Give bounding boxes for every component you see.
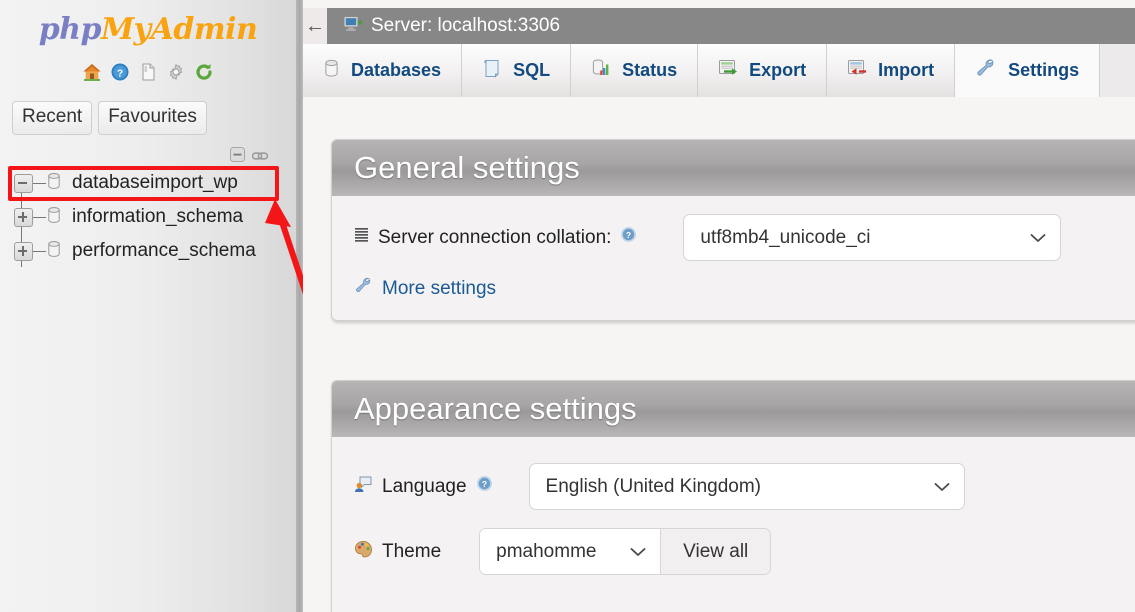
more-settings-link[interactable]: More settings	[354, 277, 1135, 300]
tab-databases[interactable]: Databases	[303, 44, 463, 97]
wrench-icon	[354, 277, 373, 300]
appearance-settings-header: Appearance settings	[332, 381, 1135, 437]
tree-branch-line	[33, 250, 46, 252]
theme-label-group: Theme	[354, 540, 441, 564]
server-bar: ← Server: localhost:3306	[303, 8, 1135, 44]
tree-branch-line	[33, 182, 46, 184]
collation-value: utf8mb4_unicode_ci	[700, 226, 871, 248]
expand-toggle-icon[interactable]	[14, 241, 33, 261]
language-select[interactable]: English (United Kingdom)	[528, 463, 965, 510]
tree-item-databaseimport-wp[interactable]: databaseimport_wp	[8, 166, 288, 200]
theme-label: Theme	[382, 540, 442, 562]
theme-control-group: pmahomme View all	[479, 528, 772, 575]
expand-toggle-icon[interactable]	[14, 207, 33, 227]
database-icon	[46, 172, 62, 195]
tab-label: Settings	[1008, 60, 1080, 80]
tab-label: Status	[622, 60, 678, 80]
favourites-tab[interactable]: Favourites	[98, 101, 207, 135]
more-settings-label: More settings	[382, 277, 497, 299]
home-icon[interactable]	[82, 62, 102, 82]
appearance-settings-panel: Appearance settings Language ? English (…	[331, 380, 1135, 612]
tab-label: Export	[749, 60, 807, 80]
tree-item-performance-schema[interactable]: performance_schema	[8, 234, 288, 268]
tree-item-label[interactable]: databaseimport_wp	[72, 172, 238, 194]
palette-icon	[354, 540, 373, 564]
collation-label-group: Server connection collation: ?	[354, 226, 637, 249]
settings-icon[interactable]	[166, 62, 186, 82]
collation-select[interactable]: utf8mb4_unicode_ci	[683, 214, 1062, 261]
documentation-icon[interactable]	[138, 62, 158, 82]
language-label: Language	[382, 475, 467, 497]
database-tree: databaseimport_wp information_schema per…	[8, 166, 288, 268]
panel-title: General settings	[354, 150, 580, 185]
database-icon	[46, 206, 62, 229]
tab-export[interactable]: Export	[698, 44, 828, 97]
language-label-group: Language ?	[354, 475, 493, 499]
tree-item-label[interactable]: information_schema	[72, 206, 243, 228]
tree-toolbar	[229, 146, 269, 168]
svg-text:?: ?	[481, 479, 486, 489]
recent-tab[interactable]: Recent	[12, 101, 93, 135]
theme-row: Theme pmahomme View all	[354, 528, 1135, 575]
sidebar-icon-bar: ?	[0, 62, 296, 82]
tree-item-information-schema[interactable]: information_schema	[8, 200, 288, 234]
database-icon	[46, 240, 62, 263]
appearance-settings-body: Language ? English (United Kingdom) Them…	[332, 437, 1135, 595]
svg-text:?: ?	[626, 230, 631, 240]
refresh-icon[interactable]	[194, 62, 214, 82]
tree-item-label[interactable]: performance_schema	[72, 240, 256, 262]
chevron-down-icon	[1030, 227, 1046, 249]
list-icon	[354, 227, 369, 249]
server-title: Server: localhost:3306	[371, 15, 561, 36]
tab-bar: Databases SQL Status Export Import Setti…	[303, 44, 1135, 97]
view-all-button[interactable]: View all	[661, 529, 771, 574]
link-with-main-panel-icon[interactable]	[251, 148, 269, 166]
main-panel: ← Server: localhost:3306 Databases SQL S…	[303, 0, 1135, 612]
tree-branch-line	[33, 216, 46, 218]
logo-myadmin-text: MyAdmin	[100, 12, 258, 47]
chevron-down-icon	[934, 476, 950, 498]
collation-row: Server connection collation: ? utf8mb4_u…	[354, 214, 1135, 261]
navigation-sidebar: phpMyAdmin ? Recent Favourites databasei…	[0, 0, 296, 612]
back-button[interactable]: ←	[303, 8, 327, 44]
sidebar-divider	[296, 0, 303, 612]
general-settings-header: General settings	[332, 140, 1135, 196]
tab-label: Import	[878, 60, 935, 80]
tab-status[interactable]: Status	[571, 44, 699, 97]
tab-settings[interactable]: Settings	[955, 44, 1101, 97]
svg-text:?: ?	[117, 68, 123, 79]
general-settings-body: Server connection collation: ? utf8mb4_u…	[332, 196, 1135, 320]
tab-label: SQL	[513, 60, 551, 80]
export-icon	[718, 59, 738, 82]
theme-select[interactable]: pmahomme	[480, 529, 662, 574]
help-icon[interactable]: ?	[476, 475, 493, 498]
general-settings-panel: General settings Server connection colla…	[331, 139, 1135, 321]
chevron-down-icon	[630, 541, 646, 563]
logo-php-text: php	[38, 12, 102, 47]
tab-import[interactable]: Import	[827, 44, 956, 97]
phpmyadmin-logo[interactable]: phpMyAdmin	[0, 12, 296, 47]
wrench-icon	[975, 58, 997, 83]
tab-label: Databases	[351, 60, 442, 80]
language-value: English (United Kingdom)	[545, 475, 761, 497]
tab-sql[interactable]: SQL	[462, 44, 572, 97]
panel-title: Appearance settings	[354, 391, 637, 426]
language-icon	[354, 475, 373, 499]
collation-label: Server connection collation:	[378, 226, 612, 248]
collapse-all-icon[interactable]	[229, 146, 246, 168]
collapse-toggle-icon[interactable]	[14, 173, 33, 193]
help-icon[interactable]: ?	[620, 226, 637, 249]
sidebar-quick-tabs: Recent Favourites	[12, 101, 207, 135]
database-icon	[323, 59, 340, 83]
import-icon	[847, 59, 867, 82]
status-icon	[591, 58, 611, 83]
phpmyadmin-window: phpMyAdmin ? Recent Favourites databasei…	[0, 0, 1135, 612]
help-icon[interactable]: ?	[110, 62, 130, 82]
server-icon	[343, 15, 363, 38]
language-row: Language ? English (United Kingdom)	[354, 463, 1135, 510]
theme-value: pmahomme	[496, 540, 597, 562]
sql-icon	[482, 58, 502, 83]
